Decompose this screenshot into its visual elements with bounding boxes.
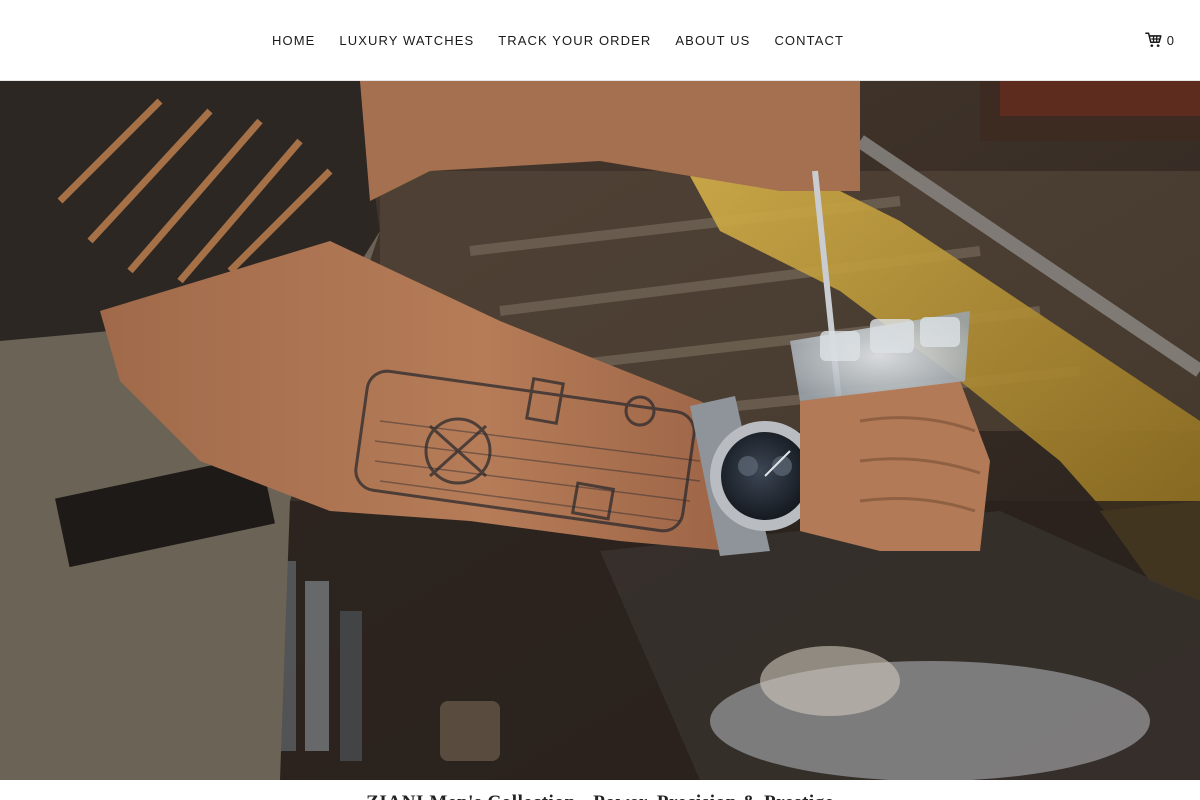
site-header: HOME LUXURY WATCHES TRACK YOUR ORDER ABO… [0,0,1200,81]
nav-link-about-us[interactable]: ABOUT US [663,27,762,54]
nav-link-track-your-order[interactable]: TRACK YOUR ORDER [486,27,663,54]
collection-section: ZIANI Men's Collection - Power, Precisio… [0,780,1200,800]
main-navigation: HOME LUXURY WATCHES TRACK YOUR ORDER ABO… [260,0,856,81]
nav-link-luxury-watches[interactable]: LUXURY WATCHES [327,27,486,54]
nav-link-home[interactable]: HOME [260,27,327,54]
hero-image [0,81,1200,780]
shopping-cart-icon [1144,31,1163,49]
cart-button[interactable]: 0 [1144,30,1174,50]
cart-count: 0 [1166,32,1174,48]
nav-link-contact[interactable]: CONTACT [762,27,856,54]
collection-title: ZIANI Men's Collection - Power, Precisio… [0,792,1200,800]
